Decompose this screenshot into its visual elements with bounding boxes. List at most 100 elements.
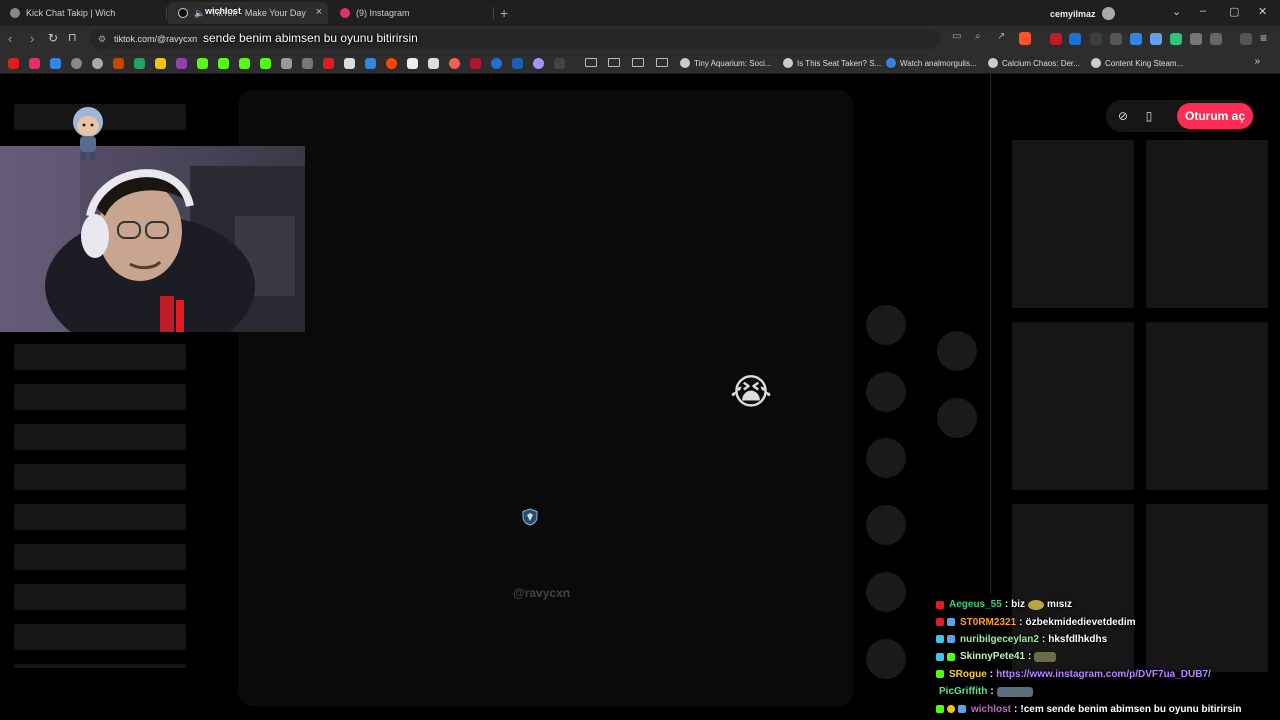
site-info-icon[interactable]: ⚙ — [98, 34, 106, 45]
profile-button[interactable]: cemyilmaz — [1050, 7, 1115, 20]
audio-icon: 🔈 — [194, 7, 206, 18]
bookmark-icon[interactable] — [302, 58, 313, 69]
mobile-icon[interactable]: ▯ — [1141, 108, 1157, 124]
bookmark-icon[interactable] — [155, 58, 166, 69]
youtube-icon[interactable] — [8, 58, 19, 69]
action-button-placeholder[interactable] — [937, 398, 977, 438]
bookmark-link[interactable]: Tiny Aquarium: Soci... — [680, 58, 772, 68]
new-tab-button[interactable]: + — [500, 5, 508, 21]
bookmark-icon[interactable] — [533, 58, 544, 69]
gmail-icon[interactable] — [113, 58, 124, 69]
chat-username: SkinnyPete41 — [960, 651, 1026, 663]
folder-icon[interactable] — [585, 58, 597, 67]
extension-icon[interactable] — [1050, 33, 1062, 45]
bookmark-icon[interactable] — [407, 58, 418, 69]
shield-icon — [522, 508, 538, 526]
action-button-placeholder[interactable] — [866, 505, 906, 545]
action-button-placeholder[interactable] — [937, 331, 977, 371]
sidebar-skeleton — [14, 664, 186, 668]
extension-icon[interactable] — [1090, 33, 1102, 45]
tab-label: Kick Chat Takip | Wich — [26, 8, 116, 18]
minimize-icon[interactable]: – — [1200, 5, 1206, 17]
chat-username: wichlost — [971, 703, 1012, 715]
chat-message: wichlost : !cem sende benim abimsen bu o… — [936, 700, 1280, 717]
close-tab-icon[interactable]: × — [316, 6, 322, 18]
media-icon[interactable] — [1240, 33, 1252, 45]
chat-message: nuribilgeceylan2 : hksfdlhkdhs — [936, 631, 1280, 648]
drive-icon[interactable] — [134, 58, 145, 69]
more-bookmarks-icon[interactable]: » — [1254, 56, 1260, 67]
tab-kick-chat[interactable]: Kick Chat Takip | Wich — [0, 2, 165, 24]
action-button-placeholder[interactable] — [866, 572, 906, 612]
reload-icon[interactable]: ↻ — [48, 31, 58, 45]
instagram-icon[interactable] — [29, 58, 40, 69]
extension-icon[interactable] — [1170, 33, 1182, 45]
bookmark-icon[interactable] — [92, 58, 103, 69]
sidebar-icon[interactable] — [1210, 33, 1222, 45]
kick-icon[interactable] — [197, 58, 208, 69]
bookmark-link[interactable]: Is This Seat Taken? S... — [783, 58, 881, 68]
bookmark-icon[interactable]: ⊓ — [68, 31, 77, 44]
bookmark-link[interactable]: Watch analmorgulis... — [886, 58, 977, 68]
video-thumbnail-placeholder[interactable] — [1146, 322, 1268, 490]
folder-icon[interactable] — [632, 58, 644, 67]
chat-username: nuribilgeceylan2 — [960, 633, 1039, 645]
translate-icon[interactable] — [50, 58, 61, 69]
compass-icon[interactable]: ⊘ — [1115, 108, 1131, 124]
reddit-icon[interactable] — [386, 58, 397, 69]
chat-text: !cem sende benim abimsen bu oyunu bitiri… — [1020, 703, 1242, 715]
extension-icon[interactable] — [1110, 33, 1122, 45]
bookmark-icon[interactable] — [365, 58, 376, 69]
bookmark-icon[interactable] — [470, 58, 481, 69]
video-thumbnail-placeholder[interactable] — [1012, 322, 1134, 490]
bookmark-icon[interactable] — [281, 58, 292, 69]
folder-icon[interactable] — [608, 58, 620, 67]
x-icon[interactable] — [344, 58, 355, 69]
share-icon[interactable]: ↗ — [997, 31, 1005, 42]
extension-icon[interactable] — [1130, 33, 1142, 45]
bookmark-icon[interactable] — [323, 58, 334, 69]
sidebar-skeleton — [14, 504, 186, 530]
bookmark-link[interactable]: Content King Steam... — [1091, 58, 1183, 68]
tab-tiktok[interactable]: 🔈 TikTok - Make Your Day × — [168, 2, 328, 24]
forward-icon[interactable]: › — [30, 31, 34, 46]
bookmark-link[interactable]: Calcium Chaos: Der... — [988, 58, 1080, 68]
action-button-placeholder[interactable] — [866, 305, 906, 345]
action-button-placeholder[interactable] — [866, 639, 906, 679]
close-window-icon[interactable]: ✕ — [1258, 5, 1267, 18]
action-button-placeholder[interactable] — [866, 372, 906, 412]
video-thumbnail-placeholder[interactable] — [1146, 140, 1268, 308]
avatar — [1101, 7, 1115, 20]
extensions-puzzle-icon[interactable] — [1190, 33, 1202, 45]
kick-icon[interactable] — [218, 58, 229, 69]
tab-overlay-label: wichlost — [205, 6, 242, 16]
zoom-icon[interactable]: ⌕ — [975, 31, 981, 42]
extension-icon[interactable] — [1069, 33, 1081, 45]
bookmark-icon[interactable] — [554, 58, 565, 69]
amazon-icon[interactable] — [428, 58, 439, 69]
cast-icon[interactable]: ▭ — [952, 31, 961, 42]
profile-name: cemyilmaz — [1050, 8, 1096, 19]
kick-icon[interactable] — [239, 58, 250, 69]
tab-instagram[interactable]: (9) Instagram — [330, 2, 492, 24]
twitch-icon[interactable] — [176, 58, 187, 69]
maximize-icon[interactable]: ▢ — [1229, 5, 1239, 18]
chat-message: PicGriffith : — [936, 683, 1280, 700]
bookmark-icon[interactable] — [71, 58, 82, 69]
chat-link[interactable]: https://www.instagram.com/p/DVF7ua_DUB7/ — [996, 669, 1211, 680]
bookmark-icon[interactable] — [449, 58, 460, 69]
menu-icon[interactable]: ≡ — [1260, 31, 1267, 45]
video-thumbnail-placeholder[interactable] — [1012, 140, 1134, 308]
folder-icon[interactable] — [656, 58, 668, 67]
action-button-placeholder[interactable] — [866, 438, 906, 478]
badge-icon — [936, 652, 944, 661]
bookmark-icon[interactable] — [491, 58, 502, 69]
kick-icon[interactable] — [260, 58, 271, 69]
tab-search-icon[interactable]: ⌄ — [1172, 5, 1181, 18]
brave-shield-icon[interactable] — [1019, 32, 1031, 45]
bookmark-icon[interactable] — [512, 58, 523, 69]
back-icon[interactable]: ‹ — [8, 31, 12, 46]
stream-chat: Aegeus_55 : biz mısız ST0RM2321 : özbekm… — [936, 586, 1280, 720]
extension-icon[interactable] — [1150, 33, 1162, 45]
login-button[interactable]: Oturum aç — [1177, 103, 1253, 129]
